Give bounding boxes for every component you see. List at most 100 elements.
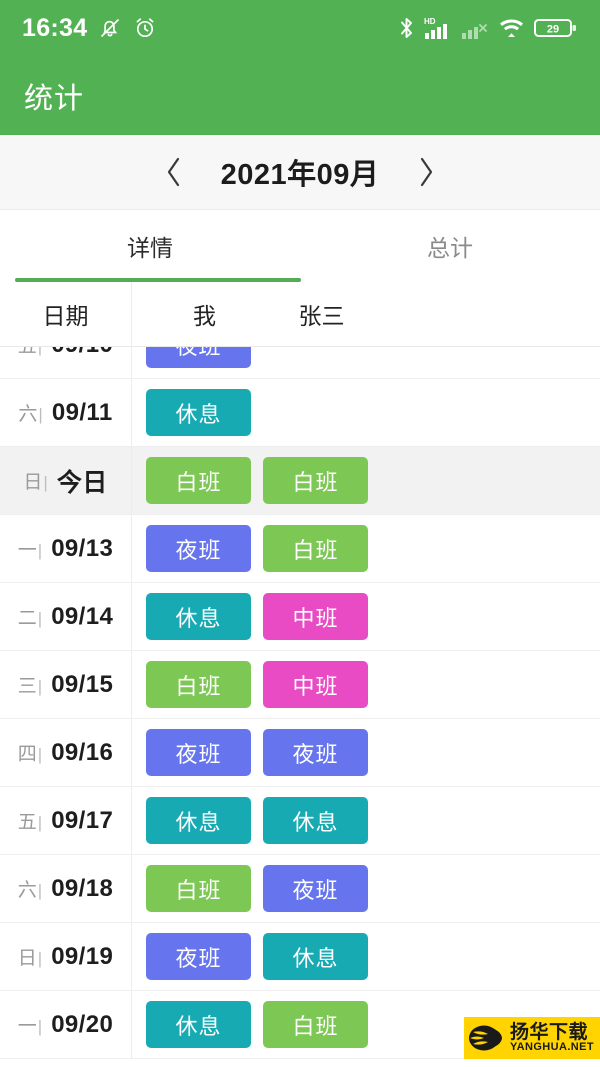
watermark-en-label: YANGHUA.NET <box>509 1041 594 1053</box>
alarm-clock-icon <box>133 16 157 40</box>
table-row[interactable]: 三 09/15 白班中班 <box>0 651 600 719</box>
shift-badge[interactable]: 白班 <box>146 661 251 708</box>
row-date-label: 09/16 <box>51 738 114 766</box>
row-date-label: 09/13 <box>51 534 114 562</box>
column-header-me: 我 <box>193 303 216 329</box>
column-header-zhangsan: 张三 <box>298 303 345 329</box>
shift-badge[interactable]: 夜班 <box>146 347 251 368</box>
current-month-label: 2021年09月 <box>220 159 380 191</box>
tab-details[interactable]: 详情 <box>0 210 300 282</box>
watermark-text: 扬华下载 YANGHUA.NET <box>510 1023 594 1053</box>
wifi-icon <box>498 15 525 41</box>
row-shift-group: 休息 <box>132 389 600 436</box>
table-row[interactable]: 二 09/14 休息中班 <box>0 583 600 651</box>
shift-badge[interactable]: 休息 <box>146 1001 251 1048</box>
status-bar-right: HD 29 <box>398 15 578 41</box>
month-navigator: 2021年09月 <box>0 135 600 210</box>
shift-badge-empty <box>263 389 368 436</box>
app-bar: 统计 <box>0 56 600 135</box>
signal-no-service-icon <box>461 15 489 41</box>
row-date-cell: 五 09/17 <box>0 787 132 854</box>
shift-badge[interactable]: 白班 <box>146 865 251 912</box>
table-header-row: 日期 我 张三 <box>0 282 600 347</box>
shift-badge[interactable]: 休息 <box>146 797 251 844</box>
row-shift-group: 白班 中班 <box>132 661 600 708</box>
shift-badge[interactable]: 中班 <box>263 593 368 640</box>
row-weekday-label: 四 <box>18 739 42 766</box>
row-weekday-label: 六 <box>18 875 42 902</box>
tab-bar: 详情 总计 <box>0 210 600 282</box>
shift-badge[interactable]: 休息 <box>263 933 368 980</box>
column-header-group: 我 张三 <box>132 297 600 331</box>
row-shift-group: 夜班 白班 <box>132 525 600 572</box>
schedule-list-inner: 五09/10夜班六09/11休息日今日白班白班一09/13夜班白班二09/14休… <box>0 347 600 1059</box>
row-date-cell: 一 09/20 <box>0 991 132 1058</box>
shift-badge-empty <box>263 347 368 368</box>
page-title: 统计 <box>24 82 85 115</box>
watermark-badge: 扬华下载 YANGHUA.NET <box>463 1017 600 1059</box>
row-date-label: 09/10 <box>51 347 113 359</box>
row-shift-group: 白班 夜班 <box>132 865 600 912</box>
shift-badge[interactable]: 夜班 <box>263 729 368 776</box>
row-weekday-label: 一 <box>18 1011 42 1038</box>
shift-badge[interactable]: 休息 <box>263 797 368 844</box>
row-shift-group: 休息 休息 <box>132 797 600 844</box>
table-row[interactable]: 六 09/11 休息 <box>0 379 600 447</box>
shift-badge[interactable]: 夜班 <box>263 865 368 912</box>
shift-badge[interactable]: 夜班 <box>146 525 251 572</box>
shift-badge[interactable]: 白班 <box>146 457 251 504</box>
row-date-cell: 五 09/10 <box>0 347 132 378</box>
table-row[interactable]: 一 09/13 夜班白班 <box>0 515 600 583</box>
table-row[interactable]: 六 09/18 白班夜班 <box>0 855 600 923</box>
column-header-date: 日期 <box>0 282 132 346</box>
row-weekday-label: 五 <box>18 347 42 358</box>
shift-badge[interactable]: 白班 <box>263 1001 368 1048</box>
battery-icon: 29 <box>534 16 578 40</box>
row-date-cell: 一 09/13 <box>0 515 132 582</box>
shift-badge[interactable]: 白班 <box>263 457 368 504</box>
shift-badge[interactable]: 夜班 <box>146 933 251 980</box>
table-row[interactable]: 日 09/19 夜班休息 <box>0 923 600 991</box>
shift-badge[interactable]: 白班 <box>263 525 368 572</box>
row-date-label: 09/15 <box>51 670 114 698</box>
row-date-cell: 六 09/11 <box>0 379 132 446</box>
status-bar: 16:34 HD 29 <box>0 0 600 56</box>
shift-badge[interactable]: 休息 <box>146 593 251 640</box>
shift-badge[interactable]: 夜班 <box>146 729 251 776</box>
row-date-cell: 三 09/15 <box>0 651 132 718</box>
shift-badge[interactable]: 中班 <box>263 661 368 708</box>
hd-signal-icon: HD <box>424 15 452 41</box>
shift-badge[interactable]: 休息 <box>146 389 251 436</box>
row-date-label: 今日 <box>56 468 108 497</box>
table-row[interactable]: 四 09/16 夜班夜班 <box>0 719 600 787</box>
prev-month-chevron-icon[interactable] <box>157 155 191 189</box>
lion-logo-icon <box>468 1023 504 1053</box>
status-bar-clock: 16:34 <box>22 13 88 42</box>
row-weekday-label: 六 <box>18 399 42 426</box>
bluetooth-icon <box>398 15 415 41</box>
row-date-cell: 二 09/14 <box>0 583 132 650</box>
next-month-chevron-icon[interactable] <box>409 155 443 189</box>
app-root: 16:34 HD 29 统计 2021年09月 详情 总计 日期 我 张三 | … <box>0 0 600 1067</box>
table-row[interactable]: 日今日白班白班 <box>0 447 600 515</box>
watermark-cn-label: 扬华下载 <box>509 1022 588 1043</box>
row-date-cell: 四 09/16 <box>0 719 132 786</box>
status-bar-left: 16:34 <box>22 14 157 43</box>
row-weekday-label: 三 <box>18 671 42 698</box>
table-row[interactable]: 五 09/17 休息休息 <box>0 787 600 855</box>
bell-muted-icon <box>98 16 122 40</box>
row-weekday-label: 一 <box>18 535 42 562</box>
row-shift-group: 白班 白班 <box>132 457 600 504</box>
row-date-cell: 六 09/18 <box>0 855 132 922</box>
svg-text:HD: HD <box>424 17 436 26</box>
row-date-cell: 日今日 <box>0 447 132 514</box>
tab-summary[interactable]: 总计 <box>300 210 600 282</box>
row-shift-group: 夜班 <box>132 347 600 368</box>
table-row[interactable]: 五 09/10 夜班 <box>0 347 600 379</box>
tab-active-indicator <box>15 278 301 282</box>
row-date-label: 09/11 <box>51 398 113 426</box>
row-date-cell: 日 09/19 <box>0 923 132 990</box>
schedule-list[interactable]: 五09/10夜班六09/11休息日今日白班白班一09/13夜班白班二09/14休… <box>0 347 600 1059</box>
row-date-label: 09/17 <box>51 806 114 834</box>
row-date-label: 09/14 <box>51 602 114 630</box>
